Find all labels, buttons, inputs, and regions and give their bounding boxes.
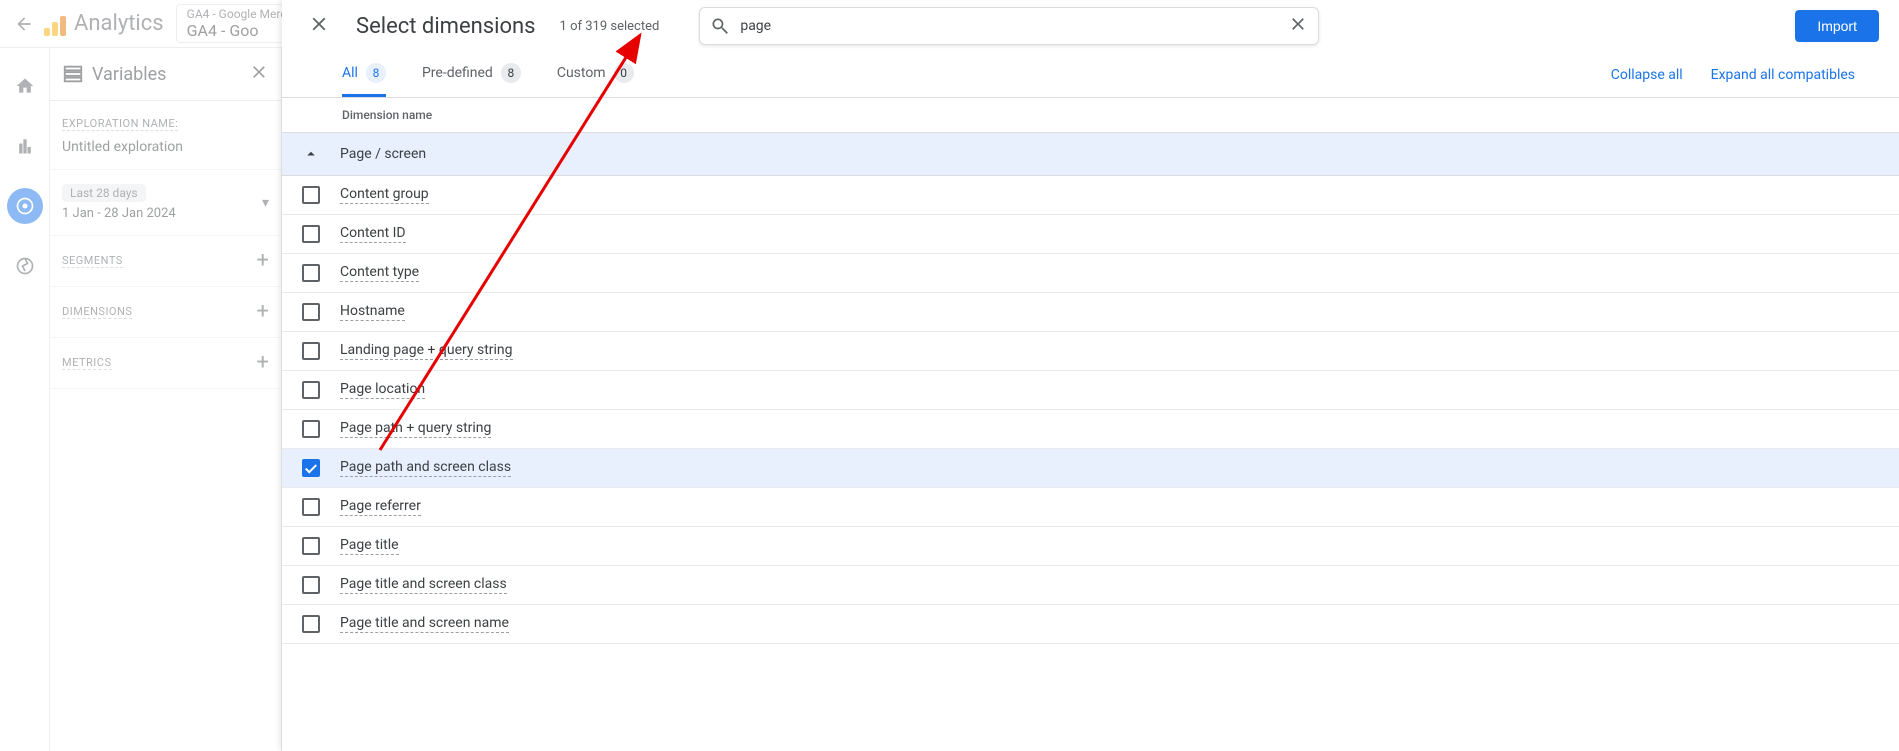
dialog-title: Select dimensions	[356, 14, 536, 39]
nav-reports-icon[interactable]	[7, 128, 43, 164]
search-box[interactable]	[699, 7, 1319, 45]
property-name-top: GA4 - Google Merch	[187, 7, 295, 21]
metrics-label: METRICS	[62, 356, 112, 370]
clear-search-icon[interactable]	[1288, 14, 1308, 38]
variables-icon	[62, 63, 84, 85]
dimension-name: Page location	[340, 381, 425, 399]
analytics-logo[interactable]: Analytics	[44, 11, 164, 36]
variables-panel: Variables EXPLORATION NAME: Untitled exp…	[50, 48, 282, 751]
tab-count-badge: 0	[614, 63, 634, 83]
nav-home-icon[interactable]	[7, 68, 43, 104]
dimension-group-header[interactable]: Page / screen	[282, 133, 1899, 176]
dimension-name: Landing page + query string	[340, 342, 513, 360]
dimension-name: Page title and screen name	[340, 615, 509, 633]
expand-all-button[interactable]: Expand all compatibles	[1711, 67, 1855, 83]
dimension-checkbox[interactable]	[302, 342, 320, 360]
dimension-name: Hostname	[340, 303, 405, 321]
dimensions-label: DIMENSIONS	[62, 305, 132, 319]
dimension-name: Content type	[340, 264, 419, 282]
dimension-name: Content group	[340, 186, 429, 204]
dimension-name: Page title and screen class	[340, 576, 507, 594]
dimension-row[interactable]: Content type	[282, 254, 1899, 293]
tab-label: All	[342, 65, 358, 81]
dimension-checkbox[interactable]	[302, 615, 320, 633]
analytics-logo-icon	[44, 12, 66, 36]
dimension-row[interactable]: Page title and screen name	[282, 605, 1899, 644]
tab-pre-defined[interactable]: Pre-defined 8	[422, 52, 521, 97]
chevron-down-icon: ▾	[262, 195, 269, 211]
search-icon	[710, 16, 730, 36]
dimension-name: Page referrer	[340, 498, 421, 516]
dimension-checkbox[interactable]	[302, 420, 320, 438]
tab-label: Custom	[557, 65, 606, 81]
dimension-row[interactable]: Page title	[282, 527, 1899, 566]
add-dimension-button[interactable]: +	[257, 301, 269, 323]
dimension-checkbox[interactable]	[302, 225, 320, 243]
dimension-checkbox[interactable]	[302, 459, 320, 477]
dimension-name: Page path and screen class	[340, 459, 511, 477]
segments-label: SEGMENTS	[62, 254, 123, 268]
dimension-row[interactable]: Page referrer	[282, 488, 1899, 527]
dimension-checkbox[interactable]	[302, 381, 320, 399]
dimension-name: Content ID	[340, 225, 406, 243]
search-input[interactable]	[740, 18, 1278, 34]
date-range-text: 1 Jan - 28 Jan 2024	[62, 206, 176, 221]
dimension-checkbox[interactable]	[302, 303, 320, 321]
tab-all[interactable]: All 8	[342, 52, 386, 97]
dimension-group-name: Page / screen	[340, 146, 426, 162]
dimension-checkbox[interactable]	[302, 537, 320, 555]
dimension-checkbox[interactable]	[302, 576, 320, 594]
nav-advertising-icon[interactable]	[7, 248, 43, 284]
tab-count-badge: 8	[366, 63, 386, 83]
tab-custom[interactable]: Custom 0	[557, 52, 634, 97]
dimension-row[interactable]: Page path and screen class	[282, 449, 1899, 488]
close-variables-icon[interactable]	[249, 62, 269, 86]
variables-title: Variables	[62, 63, 166, 85]
tabs-row: All 8 Pre-defined 8 Custom 0 Collapse all Exp…	[282, 52, 1899, 98]
dimension-name: Page title	[340, 537, 399, 555]
column-header: Dimension name	[282, 98, 1899, 133]
import-button[interactable]: Import	[1795, 10, 1879, 42]
nav-explore-icon[interactable]	[7, 188, 43, 224]
add-segment-button[interactable]: +	[257, 250, 269, 272]
dimension-checkbox[interactable]	[302, 264, 320, 282]
tab-count-badge: 8	[501, 63, 521, 83]
close-dialog-icon[interactable]	[302, 7, 336, 45]
left-nav-rail	[0, 48, 50, 751]
tab-label: Pre-defined	[422, 65, 493, 81]
dimension-row[interactable]: Landing page + query string	[282, 332, 1899, 371]
exploration-name-label: EXPLORATION NAME:	[62, 117, 178, 131]
add-metric-button[interactable]: +	[257, 352, 269, 374]
back-button[interactable]	[8, 8, 40, 40]
analytics-word: Analytics	[74, 11, 164, 36]
dimension-checkbox[interactable]	[302, 498, 320, 516]
date-chip: Last 28 days	[62, 184, 146, 202]
dimension-row[interactable]: Page location	[282, 371, 1899, 410]
date-range-selector[interactable]: Last 28 days 1 Jan - 28 Jan 2024 ▾	[62, 184, 269, 221]
chevron-up-icon	[302, 145, 320, 163]
dimension-row[interactable]: Page path + query string	[282, 410, 1899, 449]
dimension-row[interactable]: Hostname	[282, 293, 1899, 332]
collapse-all-button[interactable]: Collapse all	[1611, 67, 1683, 83]
property-name-bottom: GA4 - Goo	[187, 21, 295, 40]
dimension-name: Page path + query string	[340, 420, 491, 438]
select-dimensions-dialog: Select dimensions 1 of 319 selected Impo…	[282, 0, 1899, 751]
exploration-name[interactable]: Untitled exploration	[62, 139, 269, 155]
dimension-checkbox[interactable]	[302, 186, 320, 204]
dimension-row[interactable]: Content group	[282, 176, 1899, 215]
dialog-selection-count: 1 of 319 selected	[560, 19, 660, 34]
dimension-row[interactable]: Page title and screen class	[282, 566, 1899, 605]
dimension-row[interactable]: Content ID	[282, 215, 1899, 254]
dimension-list: Content group Content ID Content type Hostn…	[282, 176, 1899, 644]
